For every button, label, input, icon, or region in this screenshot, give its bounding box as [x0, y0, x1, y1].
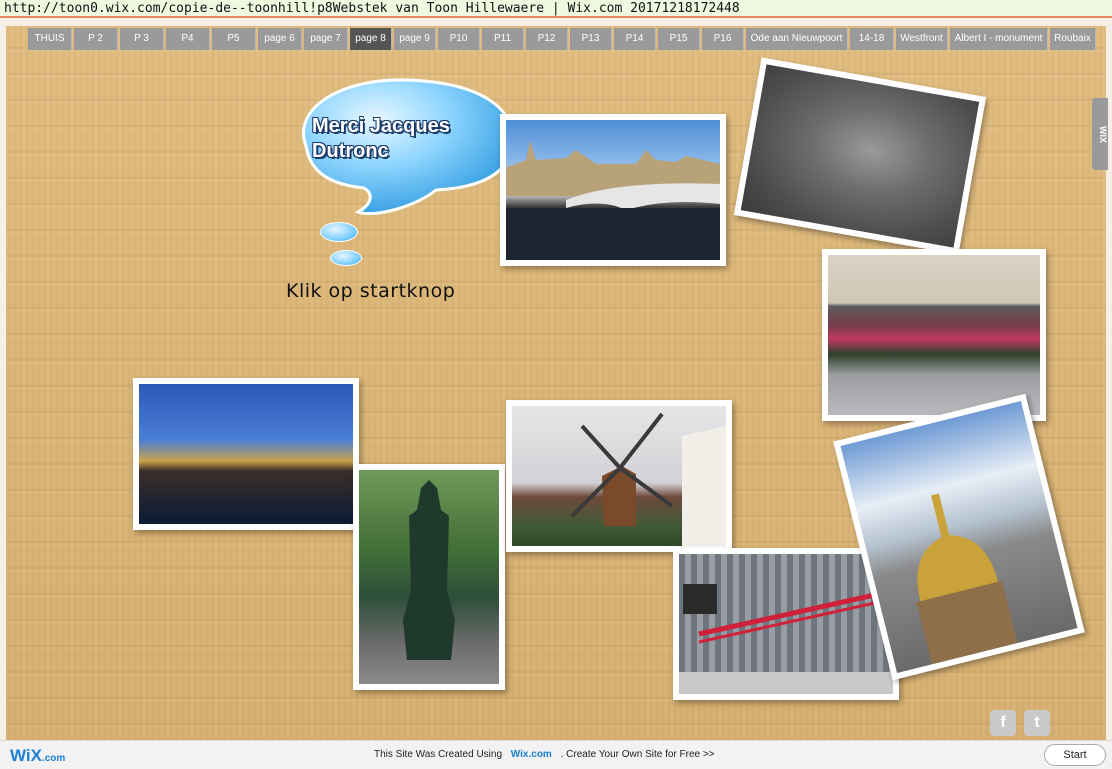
windmill-image	[512, 406, 726, 546]
photo-pont-alexandre-night[interactable]	[133, 378, 359, 530]
nav-item-p14[interactable]: P14	[614, 28, 656, 50]
nav-item-albert-monument[interactable]: Albert I - monument	[950, 28, 1048, 50]
nav-item-p3[interactable]: P 3	[120, 28, 164, 50]
sculpture-image	[740, 64, 980, 248]
nav-item-thuis[interactable]: THUIS	[28, 28, 72, 50]
photo-conciergerie-bridge[interactable]	[500, 114, 726, 266]
cafe-image	[828, 255, 1040, 415]
wallace-fountain-image	[359, 470, 499, 684]
nav-item-p10[interactable]: P10	[438, 28, 480, 50]
photo-wallace-fountain[interactable]	[353, 464, 505, 690]
nav-item-p11[interactable]: P11	[482, 28, 524, 50]
bubble-line-1: Merci Jacques	[312, 115, 450, 137]
photo-windmill-montmartre[interactable]	[506, 400, 732, 552]
photo-cafe-street[interactable]	[822, 249, 1046, 421]
wix-logo-suffix: .com	[41, 753, 66, 764]
nav-item-ode-aan-nieuwpoort[interactable]: Ode aan Nieuwpoort	[746, 28, 848, 50]
nav-item-page9[interactable]: page 9	[394, 28, 436, 50]
nav-item-page8[interactable]: page 8	[350, 28, 392, 50]
nav-item-p16[interactable]: P16	[702, 28, 744, 50]
thought-dot-small	[330, 250, 362, 266]
bubble-title: Merci Jacques Dutronc	[312, 114, 502, 164]
start-button[interactable]: Start	[1044, 744, 1106, 766]
nav-item-p12[interactable]: P12	[526, 28, 568, 50]
nav-item-p4[interactable]: P4	[166, 28, 210, 50]
wix-promo-after[interactable]: . Create Your Own Site for Free >>	[561, 749, 715, 760]
pont-alexandre-image	[139, 384, 353, 524]
conciergerie-image	[506, 120, 720, 260]
browser-url-line: http://toon0.wix.com/copie-de--toonhill!…	[0, 0, 1112, 18]
nav-item-westfront[interactable]: Westfront	[896, 28, 948, 50]
nav-item-p13[interactable]: P13	[570, 28, 612, 50]
nav-item-roubaix[interactable]: Roubaix	[1050, 28, 1096, 50]
facebook-icon[interactable]: f	[990, 710, 1016, 736]
wix-side-tab[interactable]: WIX	[1092, 98, 1108, 170]
twitter-icon[interactable]: t	[1024, 710, 1050, 736]
nav-item-p15[interactable]: P15	[658, 28, 700, 50]
top-navigation: THUIS P 2 P 3 P4 P5 page 6 page 7 page 8…	[28, 28, 1096, 50]
bubble-line-2: Dutronc	[312, 140, 389, 162]
start-instruction: Klik op startknop	[286, 280, 456, 302]
wix-promo-message: This Site Was Created Using Wix.com . Cr…	[374, 749, 715, 760]
thought-dot-large	[320, 222, 358, 242]
nav-item-page6[interactable]: page 6	[258, 28, 302, 50]
nav-item-14-18[interactable]: 14-18	[850, 28, 894, 50]
nav-item-page7[interactable]: page 7	[304, 28, 348, 50]
wix-logo-text: WiX	[10, 746, 42, 765]
wix-logo[interactable]: WiX.com	[10, 746, 65, 766]
nav-item-p5[interactable]: P5	[212, 28, 256, 50]
wix-promo-bar: WiX.com This Site Was Created Using Wix.…	[0, 740, 1112, 769]
wix-promo-link[interactable]: Wix.com	[511, 749, 552, 760]
wix-promo-before: This Site Was Created Using	[374, 749, 503, 760]
pompidou-image	[679, 554, 893, 694]
nav-item-p2[interactable]: P 2	[74, 28, 118, 50]
